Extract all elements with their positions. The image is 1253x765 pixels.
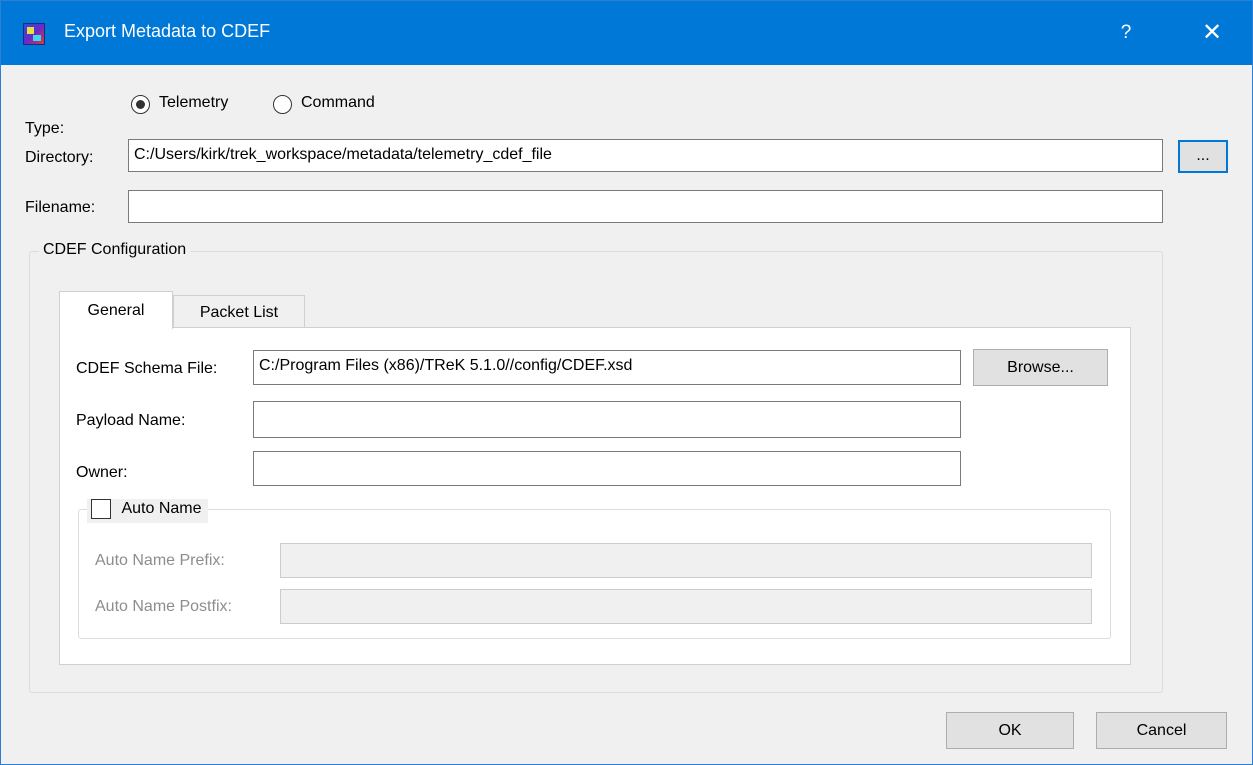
app-icon — [23, 23, 45, 45]
owner-label: Owner: — [76, 464, 128, 481]
ok-button[interactable]: OK — [946, 712, 1074, 749]
tab-packet-list[interactable]: Packet List — [173, 295, 305, 328]
directory-label: Directory: — [25, 149, 94, 166]
auto-name-label[interactable]: Auto Name — [121, 500, 201, 517]
payload-name-input[interactable] — [253, 401, 961, 438]
telemetry-radio[interactable] — [131, 95, 150, 114]
schema-file-input[interactable]: C:/Program Files (x86)/TReK 5.1.0//confi… — [253, 350, 961, 385]
auto-name-prefix-label: Auto Name Prefix: — [95, 552, 225, 569]
window-title: Export Metadata to CDEF — [64, 21, 271, 41]
owner-input[interactable] — [253, 451, 961, 486]
close-button[interactable]: ✕ — [1181, 1, 1243, 65]
auto-name-header: Auto Name — [87, 499, 208, 523]
command-radio[interactable] — [273, 95, 292, 114]
help-button[interactable]: ? — [1096, 1, 1156, 65]
cdef-configuration-title: CDEF Configuration — [39, 241, 191, 259]
filename-input[interactable] — [128, 190, 1163, 223]
schema-browse-button[interactable]: Browse... — [973, 349, 1108, 386]
title-bar[interactable]: Export Metadata to CDEF ? ✕ — [1, 1, 1252, 65]
command-radio-label[interactable]: Command — [301, 94, 375, 112]
export-metadata-dialog: Export Metadata to CDEF ? ✕ Type: Teleme… — [0, 0, 1253, 765]
payload-name-label: Payload Name: — [76, 412, 186, 429]
type-label: Type: — [25, 120, 65, 137]
auto-name-checkbox[interactable] — [91, 499, 111, 519]
directory-browse-button[interactable]: ... — [1178, 140, 1228, 173]
auto-name-postfix-label: Auto Name Postfix: — [95, 598, 232, 615]
filename-label: Filename: — [25, 199, 96, 216]
cancel-button[interactable]: Cancel — [1096, 712, 1227, 749]
auto-name-prefix-input[interactable] — [280, 543, 1092, 578]
tab-general[interactable]: General — [59, 291, 173, 329]
telemetry-radio-label[interactable]: Telemetry — [159, 94, 228, 112]
auto-name-postfix-input[interactable] — [280, 589, 1092, 624]
schema-file-label: CDEF Schema File: — [76, 360, 218, 377]
directory-input[interactable]: C:/Users/kirk/trek_workspace/metadata/te… — [128, 139, 1163, 172]
